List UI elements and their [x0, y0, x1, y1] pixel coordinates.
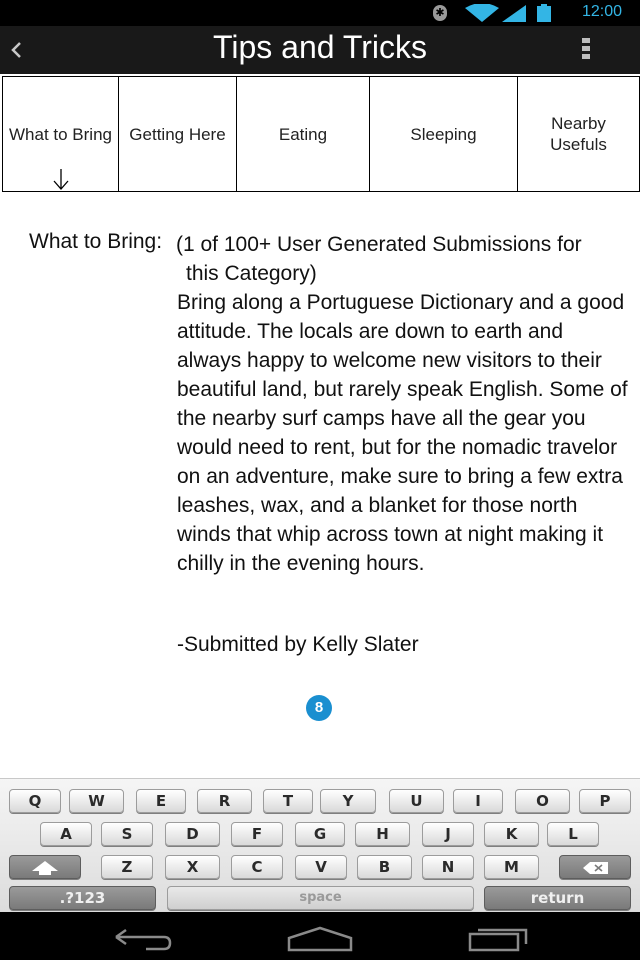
- battery-icon: [537, 4, 551, 22]
- status-bar: ✱ 12:00: [0, 0, 640, 26]
- tab-sleeping[interactable]: Sleeping: [370, 77, 518, 191]
- tip-signature: -Submitted by Kelly Slater: [177, 633, 419, 656]
- tab-label: Nearby Usefuls: [550, 114, 607, 154]
- down-arrow-icon: [53, 169, 69, 190]
- key-b[interactable]: B: [357, 855, 412, 879]
- key-m[interactable]: M: [484, 855, 539, 879]
- tab-getting-here[interactable]: Getting Here: [119, 77, 237, 191]
- recent-apps-icon[interactable]: [464, 920, 534, 952]
- key-o[interactable]: O: [515, 789, 570, 813]
- key-d[interactable]: D: [165, 822, 220, 846]
- action-bar: Tips and Tricks: [0, 26, 640, 74]
- tip-body: Bring along a Portuguese Dictionary and …: [177, 291, 628, 575]
- key-w[interactable]: W: [69, 789, 124, 813]
- key-i[interactable]: I: [453, 789, 503, 813]
- tab-nearby-usefuls[interactable]: Nearby Usefuls: [518, 77, 639, 191]
- key-p[interactable]: P: [579, 789, 631, 813]
- key-g[interactable]: G: [295, 822, 345, 846]
- tab-eating[interactable]: Eating: [237, 77, 370, 191]
- key-c[interactable]: C: [231, 855, 283, 879]
- system-nav-bar: [0, 912, 640, 960]
- key-x[interactable]: X: [165, 855, 220, 879]
- space-bar[interactable]: space: [167, 886, 474, 910]
- home-icon[interactable]: [285, 920, 355, 952]
- submission-count-line1: (1 of 100+ User Generated Submissions fo…: [176, 233, 582, 256]
- key-a[interactable]: A: [40, 822, 92, 846]
- key-u[interactable]: U: [389, 789, 444, 813]
- key-t[interactable]: T: [263, 789, 313, 813]
- tab-label: Getting Here: [129, 124, 226, 144]
- key-n[interactable]: N: [422, 855, 474, 879]
- key-k[interactable]: K: [484, 822, 539, 846]
- back-arrow-icon[interactable]: [106, 920, 176, 952]
- key-s[interactable]: S: [101, 822, 153, 846]
- key-h[interactable]: H: [355, 822, 410, 846]
- key-f[interactable]: F: [231, 822, 283, 846]
- submission-count-line2: this Category): [186, 262, 317, 285]
- key-v[interactable]: V: [295, 855, 347, 879]
- overflow-menu-icon[interactable]: [580, 38, 592, 64]
- backspace-icon: [583, 861, 608, 874]
- symbols-key[interactable]: .?123: [9, 886, 156, 910]
- key-q[interactable]: Q: [9, 789, 61, 813]
- backspace-key[interactable]: [559, 855, 631, 879]
- status-time: 12:00: [581, 3, 622, 20]
- key-l[interactable]: L: [547, 822, 599, 846]
- on-screen-keyboard: Q W E R T Y U I O P A S D F G H J K L Z …: [0, 778, 640, 913]
- category-tabs: What to Bring Getting Here Eating Sleepi…: [2, 76, 640, 192]
- key-y[interactable]: Y: [320, 789, 376, 813]
- page-badge[interactable]: 8: [306, 695, 332, 721]
- shift-key[interactable]: [9, 855, 81, 879]
- tab-what-to-bring[interactable]: What to Bring: [3, 77, 119, 191]
- page-title: Tips and Tricks: [213, 29, 427, 65]
- key-e[interactable]: E: [136, 789, 186, 813]
- return-key[interactable]: return: [484, 886, 631, 910]
- submission-count: (1 of 100+ User Generated Submissions fo…: [176, 230, 617, 288]
- content-heading: What to Bring:: [29, 230, 163, 253]
- tab-label: What to Bring: [9, 124, 112, 144]
- shift-arrow-icon: [32, 860, 58, 875]
- key-r[interactable]: R: [197, 789, 252, 813]
- tab-label: Eating: [278, 124, 328, 144]
- key-z[interactable]: Z: [101, 855, 153, 879]
- wifi-icon: [465, 4, 499, 22]
- tab-label: Sleeping: [410, 124, 477, 144]
- bluetooth-icon: ✱: [433, 5, 447, 21]
- signal-icon: [502, 5, 526, 22]
- key-j[interactable]: J: [422, 822, 474, 846]
